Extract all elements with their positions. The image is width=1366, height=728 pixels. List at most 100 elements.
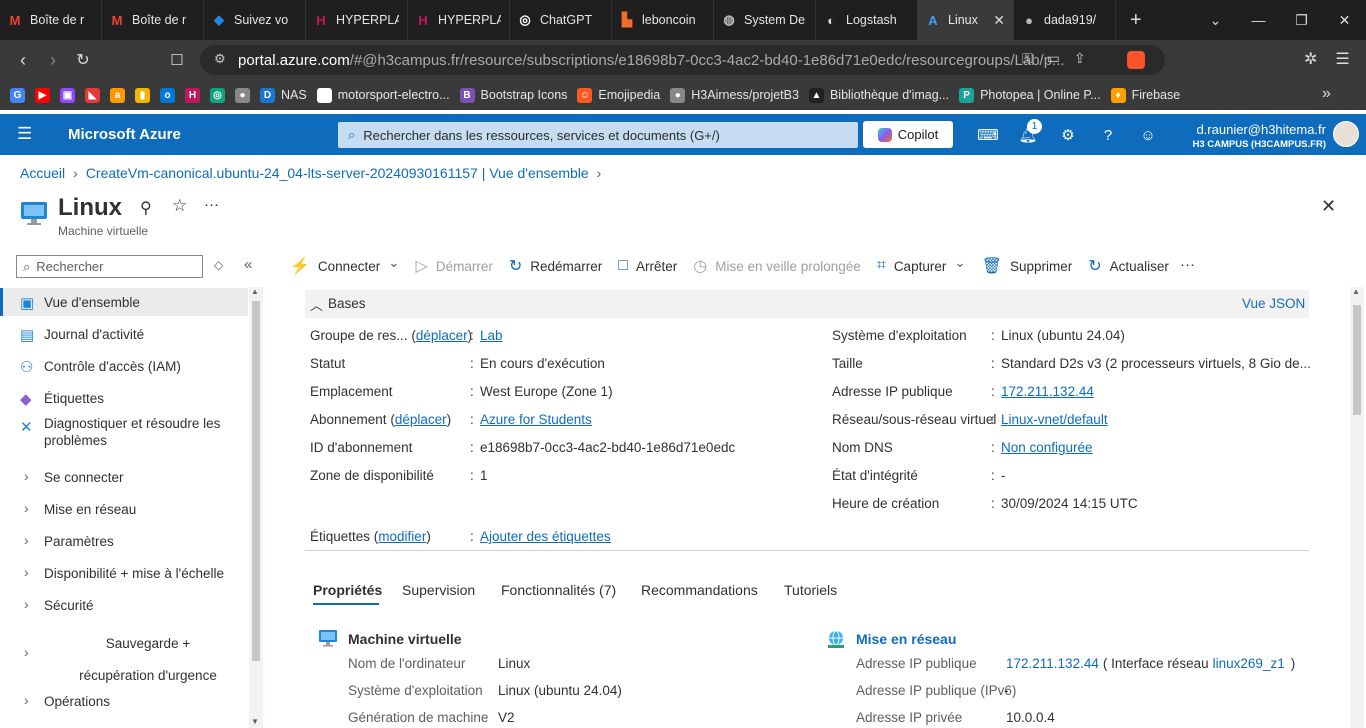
sidebar-item[interactable]: ⚇ Contrôle d'accès (IAM)	[0, 352, 248, 380]
more-commands-button[interactable]: ···	[1180, 256, 1195, 273]
essentials-value[interactable]: 172.211.132.44	[1001, 384, 1094, 399]
close-window-icon[interactable]: ✕	[1323, 12, 1366, 29]
bookmark-item[interactable]: G	[10, 87, 25, 103]
avatar[interactable]	[1333, 121, 1359, 147]
key-icon[interactable]: ⚿	[1022, 50, 1033, 67]
bookmark-item[interactable]: D NAS	[260, 87, 307, 103]
property-value[interactable]: 172.211.132.44	[1006, 656, 1099, 671]
sidebar-item[interactable]: ▣ Vue d'ensemble	[0, 288, 248, 316]
bookmark-item[interactable]: B Bootstrap Icons	[459, 87, 567, 103]
sidebar-item[interactable]: › Mise en réseau	[0, 495, 248, 523]
reload-icon[interactable]: ↻	[68, 50, 98, 70]
more-options-button[interactable]: ···	[204, 196, 219, 213]
main-scroll-thumb[interactable]	[1353, 305, 1361, 415]
browser-tab[interactable]: M Boîte de r	[0, 0, 102, 40]
bookmark-item[interactable]: H	[185, 87, 200, 103]
edit-tags-link[interactable]: modifier	[378, 529, 426, 544]
url-field[interactable]: ⚙ portal.azure.com/#@h3campus.fr/resourc…	[200, 45, 1165, 75]
bookmark-item[interactable]: ◎	[210, 87, 225, 103]
sidebar-item[interactable]: › Se connecter	[0, 463, 248, 491]
command-button[interactable]: ⌗ Capturer ⌄	[877, 255, 966, 275]
breadcrumb-deployment[interactable]: CreateVm-canonical.ubuntu-24_04-lts-serv…	[86, 165, 589, 181]
bookmark-item[interactable]: P Photopea | Online P...	[959, 87, 1101, 103]
bookmark-item[interactable]: ☺ Emojipedia	[577, 87, 660, 103]
command-button[interactable]: ◷ Mise en veille prolongée	[693, 256, 861, 276]
essentials-value[interactable]: Linux-vnet/default	[1001, 412, 1108, 427]
restore-icon[interactable]: ❐	[1280, 12, 1323, 29]
bookmark-item[interactable]: ▮	[135, 87, 150, 103]
move-link[interactable]: déplacer	[416, 328, 468, 343]
breadcrumb-home[interactable]: Accueil	[20, 165, 65, 181]
sidebar-search-input[interactable]: ⌕ Rechercher	[16, 255, 203, 278]
browser-tab[interactable]: ◆ Suivez vo	[204, 0, 306, 40]
sidebar-item[interactable]: ▤ Journal d'activité	[0, 320, 248, 348]
bookmark-item[interactable]: a	[110, 87, 125, 103]
share-icon[interactable]: ⇪	[1074, 50, 1086, 67]
essentials-header[interactable]	[305, 290, 1309, 318]
browser-tab[interactable]: M Boîte de r	[102, 0, 204, 40]
copilot-button[interactable]: Copilot	[863, 121, 953, 148]
tab-tutoriels[interactable]: Tutoriels	[784, 582, 837, 598]
command-button[interactable]: 🗑︎ Supprimer	[982, 256, 1073, 276]
command-button[interactable]: ⚡ Connecter ⌄	[290, 255, 400, 276]
azure-brand[interactable]: Microsoft Azure	[68, 126, 181, 143]
bookmark-item[interactable]: ▲ Bibliothèque d'imag...	[808, 87, 949, 103]
command-button[interactable]: ↻ Actualiser	[1088, 256, 1169, 276]
bookmark-item[interactable]: ◣	[85, 87, 100, 103]
feedback-icon[interactable]: ☺	[1137, 124, 1159, 146]
sort-icon[interactable]: ◇	[214, 258, 223, 272]
sidebar-item[interactable]: › Sécurité	[0, 591, 248, 619]
add-tags-link[interactable]: Ajouter des étiquettes	[480, 529, 611, 544]
main-scrollbar[interactable]: ▲	[1350, 287, 1364, 728]
tab-search-chevron-icon[interactable]: ⌄	[1194, 12, 1237, 29]
nic-link[interactable]: linux269_z1	[1213, 656, 1285, 671]
chevron-up-icon[interactable]: ︿	[310, 295, 323, 314]
tab-recommandations[interactable]: Recommandations	[641, 582, 758, 598]
essentials-value[interactable]: Lab	[480, 328, 503, 343]
sidebar-item[interactable]: › Sauvegarde + récupération d'urgence	[0, 622, 248, 686]
cast-icon[interactable]: ▭	[1047, 50, 1060, 67]
close-blade-icon[interactable]: ✕	[1321, 196, 1336, 217]
forward-icon[interactable]: ›	[38, 50, 68, 71]
cloud-shell-icon[interactable]: ⌨	[977, 124, 999, 146]
browser-tab[interactable]: ▙ leboncoin	[612, 0, 714, 40]
back-icon[interactable]: ‹	[8, 50, 38, 71]
collapse-sidebar-icon[interactable]: «	[244, 256, 252, 273]
browser-tab[interactable]: ◐ Logstash	[816, 0, 918, 40]
sidebar-item[interactable]: › Disponibilité + mise à l'échelle	[0, 559, 248, 587]
browser-tab[interactable]: A Linux ✕	[918, 0, 1014, 40]
new-tab-icon[interactable]: +	[1130, 9, 1142, 32]
command-button[interactable]: □ Arrêter	[618, 257, 677, 275]
browser-tab[interactable]: ◍ System De	[714, 0, 816, 40]
sidebar-item[interactable]: ✕ Diagnostiquer et résoudre les problèmes	[0, 414, 248, 450]
sidebar-scroll-thumb[interactable]	[252, 301, 260, 661]
bookmark-item[interactable]: ●	[235, 87, 250, 103]
tab-supervision[interactable]: Supervision	[402, 582, 475, 598]
favorite-star-icon[interactable]: ☆	[172, 196, 187, 216]
bookmark-item[interactable]: ◍ motorsport-electro...	[316, 87, 450, 103]
user-email[interactable]: d.raunier@h3hitema.fr	[1196, 122, 1326, 137]
bookmark-item[interactable]: ▣	[60, 87, 75, 103]
browser-tab[interactable]: ● dada919/	[1014, 0, 1116, 40]
pin-icon[interactable]: ⚲	[140, 198, 152, 218]
browser-tab[interactable]: ◎ ChatGPT	[510, 0, 612, 40]
brave-shield-icon[interactable]	[1127, 51, 1145, 69]
essentials-value[interactable]: Azure for Students	[480, 412, 592, 427]
tab-propriétés[interactable]: Propriétés	[313, 582, 382, 598]
sidebar-item[interactable]: ◆ Étiquettes	[0, 384, 248, 412]
essentials-value[interactable]: Non configurée	[1001, 440, 1093, 455]
settings-gear-icon[interactable]: ⚙	[1057, 124, 1079, 146]
bookmark-item[interactable]: o	[160, 87, 175, 103]
browser-tab[interactable]: H HYPERPLA	[408, 0, 510, 40]
site-info-icon[interactable]: ⚙	[214, 51, 226, 67]
json-view-link[interactable]: Vue JSON	[1242, 296, 1305, 311]
global-search-input[interactable]: ⌕ Rechercher dans les ressources, servic…	[338, 122, 858, 148]
bookmark-item[interactable]: ▶	[35, 87, 50, 103]
bookmark-item[interactable]: ♦ Firebase	[1110, 87, 1180, 103]
move-link[interactable]: déplacer	[395, 412, 447, 427]
sidebar-item[interactable]: › Opérations	[0, 687, 248, 715]
network-section-title[interactable]: Mise en réseau	[856, 631, 956, 647]
command-button[interactable]: ▷ Démarrer	[416, 256, 493, 276]
bookmark-item[interactable]: ● H3Airness/projetB3	[670, 87, 799, 103]
hamburger-icon[interactable]: ☰	[17, 124, 32, 144]
